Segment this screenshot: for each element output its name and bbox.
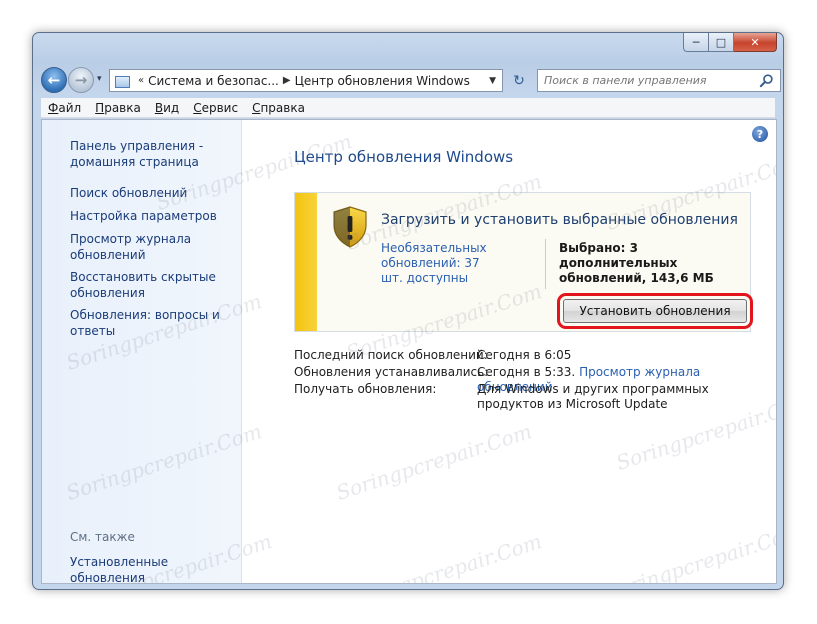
menu-edit-accel: П [95,100,105,115]
info-value: Сегодня в 6:05 [477,348,572,362]
menu-tools-accel: С [193,100,202,115]
info-value: Сегодня в 5:33. [477,365,576,379]
recent-pages-chevron-down-icon[interactable]: ▾ [97,74,102,84]
caption-buttons: ─ □ ✕ [683,33,777,53]
breadcrumb-overflow[interactable]: « [138,75,144,86]
info-label: Получать обновления: [294,382,437,396]
navigation-row: ← → ▾ « Система и безопас... ▶ Центр обн… [41,65,781,95]
control-panel-window: ─ □ ✕ ← → ▾ « Система и безопас... ▶ Цен… [32,32,784,590]
menu-view-label: ид [163,100,180,115]
menu-edit[interactable]: Правка [88,101,148,115]
control-panel-icon [114,73,130,89]
info-value: Для Windows и других программных продукт… [477,382,709,411]
back-button[interactable]: ← [41,67,67,93]
content-area: Панель управления - домашняя страница По… [41,119,777,584]
breadcrumb-item-security[interactable]: Система и безопас... [148,74,279,88]
menu-bar: Файл Правка Вид Сервис Справка [41,98,775,118]
search-input[interactable] [544,74,754,87]
optional-updates-link[interactable]: Необязательных обновлений: 37 шт. доступ… [381,241,491,286]
menu-help-label: правка [260,100,305,115]
page-title: Центр обновления Windows [294,148,514,166]
see-also-caption: См. также [70,530,135,544]
menu-view[interactable]: Вид [148,101,186,115]
search-box [537,69,781,92]
main-pane: ? Центр обновления Windows Загрузить и у… [242,120,776,583]
warning-shield-icon [333,206,367,248]
breadcrumb-item-windows-update[interactable]: Центр обновления Windows [295,74,470,88]
selected-updates-summary: Выбрано: 3 дополнительных обновлений, 14… [559,241,714,285]
info-row-last-check: Последний поиск обновлений: Сегодня в 6:… [294,348,764,365]
minimize-button[interactable]: ─ [683,33,709,52]
info-label: Последний поиск обновлений: [294,348,488,362]
install-updates-button[interactable]: Установить обновления [563,299,747,323]
breadcrumb-separator-icon[interactable]: ▶ [283,75,291,86]
panel-divider [545,239,546,289]
menu-view-accel: В [154,100,164,115]
menu-tools-label: ервис [201,100,239,115]
address-dropdown-chevron-down-icon[interactable]: ▼ [489,76,496,86]
menu-file-accel: Ф [48,100,59,115]
menu-help[interactable]: Справка [245,101,312,115]
sidebar-link-installed-updates[interactable]: Установленные обновления [70,554,235,583]
update-status-panel: Загрузить и установить выбранные обновле… [294,192,753,332]
sidebar-link-restore-hidden[interactable]: Восстановить скрытые обновления [70,269,235,301]
info-row-last-installed: Обновления устанавливались: Сегодня в 5:… [294,365,764,394]
task-sidebar: Панель управления - домашняя страница По… [42,120,242,583]
help-icon[interactable]: ? [752,126,768,142]
info-row-receive-updates: Получать обновления: Для Windows и други… [294,382,764,411]
update-info-table: Последний поиск обновлений: Сегодня в 6:… [294,348,764,411]
menu-edit-label: равка [104,100,141,115]
panel-title: Загрузить и установить выбранные обновле… [381,212,738,228]
menu-file[interactable]: Файл [41,101,88,115]
info-label: Обновления устанавливались: [294,365,489,379]
address-bar[interactable]: « Система и безопас... ▶ Центр обновлени… [109,69,503,92]
search-icon[interactable] [759,73,774,88]
sidebar-link-control-panel-home[interactable]: Панель управления - домашняя страница [70,138,235,170]
warning-strip [295,193,317,331]
sidebar-link-faq[interactable]: Обновления: вопросы и ответы [70,307,235,339]
close-button[interactable]: ✕ [734,33,777,52]
forward-button[interactable]: → [68,67,94,93]
sidebar-link-change-settings[interactable]: Настройка параметров [70,208,235,224]
sidebar-link-view-history[interactable]: Просмотр журнала обновлений [70,231,235,263]
refresh-button[interactable]: ↻ [507,69,531,92]
menu-tools[interactable]: Сервис [186,101,245,115]
sidebar-link-check-updates[interactable]: Поиск обновлений [70,185,235,201]
menu-file-label: айл [58,100,82,115]
maximize-button[interactable]: □ [709,33,734,52]
